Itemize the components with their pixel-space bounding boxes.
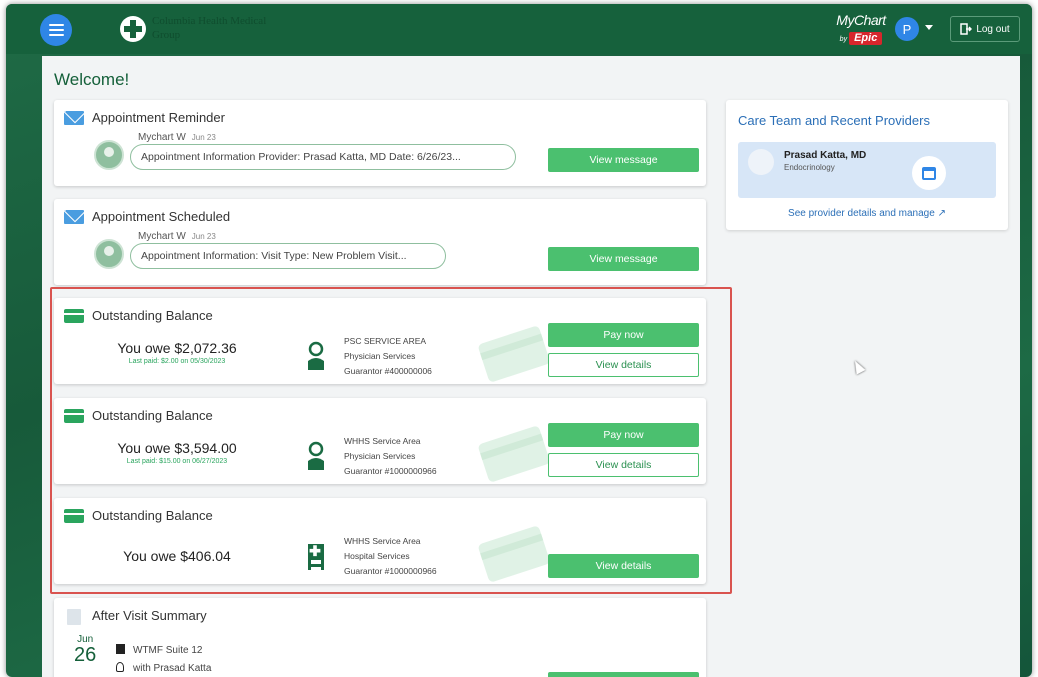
balance-card: Outstanding Balance You owe $406.04 WHHS… bbox=[54, 498, 706, 584]
card-title: Outstanding Balance bbox=[92, 508, 213, 523]
amount-owed: You owe $3,594.00 bbox=[117, 440, 237, 456]
view-summary-button[interactable] bbox=[548, 672, 699, 677]
envelope-icon bbox=[64, 210, 84, 224]
provider-details-label: See provider details and manage bbox=[788, 208, 935, 219]
calendar-icon[interactable] bbox=[912, 156, 946, 190]
user-avatar[interactable]: P bbox=[895, 17, 919, 41]
health-logo-icon bbox=[120, 16, 146, 42]
avatar bbox=[94, 140, 124, 170]
service-area: WHHS Service Area bbox=[344, 536, 421, 546]
balance-card: Outstanding Balance You owe $2,072.36 La… bbox=[54, 298, 706, 384]
last-paid: Last paid: $2.00 on 05/30/2023 bbox=[128, 358, 226, 365]
app-window: Columbia Health Medical Group MyChart by… bbox=[6, 4, 1032, 677]
provider-item[interactable]: Prasad Katta, MD Endocrinology bbox=[738, 142, 996, 198]
balance-card: Outstanding Balance You owe $3,594.00 La… bbox=[54, 398, 706, 484]
hospital-icon bbox=[308, 544, 324, 570]
provider-label: with Prasad Katta bbox=[133, 663, 212, 674]
card-title: Appointment Scheduled bbox=[92, 209, 231, 224]
last-paid: Last paid: $15.00 on 06/27/2023 bbox=[126, 458, 228, 465]
physician-icon bbox=[308, 341, 324, 370]
mouse-pointer-icon bbox=[850, 358, 866, 375]
logout-label: Log out bbox=[976, 23, 1010, 35]
view-details-button[interactable]: View details bbox=[548, 554, 699, 578]
service-info: PSC SERVICE AREA Physician Services Guar… bbox=[344, 334, 432, 379]
card-title: Outstanding Balance bbox=[92, 408, 213, 423]
visit-date: Jun 26 bbox=[74, 634, 96, 665]
message-date: Jun 23 bbox=[191, 133, 216, 142]
service-info: WHHS Service Area Physician Services Gua… bbox=[344, 434, 437, 479]
care-team-card: Care Team and Recent Providers Prasad Ka… bbox=[726, 100, 1008, 230]
amount-owed-block: You owe $3,594.00 Last paid: $15.00 on 0… bbox=[102, 440, 252, 465]
amount-owed: You owe $406.04 bbox=[123, 548, 231, 564]
service-type: Physician Services bbox=[344, 351, 416, 361]
guarantor: Guarantor #400000006 bbox=[344, 366, 432, 376]
service-type: Hospital Services bbox=[344, 551, 410, 561]
credit-card-icon bbox=[477, 325, 551, 383]
card-title: After Visit Summary bbox=[92, 608, 207, 623]
logout-button[interactable]: Log out bbox=[950, 16, 1020, 42]
visit-location: WTMF Suite 12 bbox=[116, 644, 202, 656]
guarantor: Guarantor #1000000966 bbox=[344, 566, 437, 576]
visit-provider: with Prasad Katta bbox=[116, 662, 211, 674]
message-preview[interactable]: Appointment Information: Visit Type: New… bbox=[130, 243, 446, 269]
message-meta: Mychart W Jun 23 bbox=[138, 132, 216, 143]
visit-day: 26 bbox=[74, 644, 97, 666]
provider-icon bbox=[116, 662, 124, 672]
menu-icon[interactable] bbox=[40, 14, 72, 46]
mychart-logo: MyChart by Epic bbox=[832, 12, 890, 46]
card-title: Outstanding Balance bbox=[92, 308, 213, 323]
provider-name: Prasad Katta, MD bbox=[784, 150, 867, 161]
logout-icon bbox=[960, 23, 973, 35]
message-meta: Mychart W Jun 23 bbox=[138, 231, 216, 242]
page-title: Welcome! bbox=[54, 70, 130, 89]
brand-name: Columbia Health Medical Group bbox=[152, 15, 267, 41]
document-icon bbox=[64, 609, 81, 625]
view-message-button[interactable]: View message bbox=[548, 247, 699, 271]
provider-specialty: Endocrinology bbox=[784, 163, 835, 172]
mychart-by-label: by bbox=[839, 36, 848, 43]
sender: Mychart W bbox=[138, 132, 186, 143]
top-bar: Columbia Health Medical Group MyChart by… bbox=[6, 4, 1032, 54]
wallet-icon bbox=[64, 309, 84, 323]
provider-details-link[interactable]: See provider details and manage ↗ bbox=[726, 208, 1008, 219]
credit-card-icon bbox=[477, 425, 551, 483]
service-info: WHHS Service Area Hospital Services Guar… bbox=[344, 534, 437, 579]
envelope-icon bbox=[64, 111, 84, 125]
main-content: Welcome! Appointment Reminder Mychart W J… bbox=[42, 56, 1020, 677]
mychart-label: MyChart bbox=[836, 12, 886, 28]
message-date: Jun 23 bbox=[191, 232, 216, 241]
service-area: WHHS Service Area bbox=[344, 436, 421, 446]
pay-now-button[interactable]: Pay now bbox=[548, 323, 699, 347]
external-link-icon: ↗ bbox=[937, 208, 946, 219]
chevron-down-icon[interactable] bbox=[925, 25, 933, 30]
amount-owed: You owe $2,072.36 bbox=[117, 340, 237, 356]
sender: Mychart W bbox=[138, 231, 186, 242]
care-team-title: Care Team and Recent Providers bbox=[738, 113, 930, 128]
card-title: Appointment Reminder bbox=[92, 110, 225, 125]
amount-owed-block: You owe $2,072.36 Last paid: $2.00 on 05… bbox=[102, 340, 252, 365]
epic-label: Epic bbox=[849, 32, 883, 45]
provider-avatar bbox=[748, 149, 774, 175]
message-preview[interactable]: Appointment Information Provider: Prasad… bbox=[130, 144, 516, 170]
wallet-icon bbox=[64, 509, 84, 523]
service-area: PSC SERVICE AREA bbox=[344, 336, 427, 346]
location-label: WTMF Suite 12 bbox=[133, 645, 203, 656]
view-details-button[interactable]: View details bbox=[548, 353, 699, 377]
building-icon bbox=[116, 644, 125, 654]
view-details-button[interactable]: View details bbox=[548, 453, 699, 477]
guarantor: Guarantor #1000000966 bbox=[344, 466, 437, 476]
wallet-icon bbox=[64, 409, 84, 423]
avatar bbox=[94, 239, 124, 269]
credit-card-icon bbox=[477, 525, 551, 583]
after-visit-card: After Visit Summary Jun 26 WTMF Suite 12… bbox=[54, 598, 706, 677]
service-type: Physician Services bbox=[344, 451, 416, 461]
message-card: Appointment Reminder Mychart W Jun 23 App… bbox=[54, 100, 706, 186]
pay-now-button[interactable]: Pay now bbox=[548, 423, 699, 447]
message-card: Appointment Scheduled Mychart W Jun 23 Ap… bbox=[54, 199, 706, 285]
amount-owed-block: You owe $406.04 bbox=[102, 548, 252, 564]
physician-icon bbox=[308, 441, 324, 470]
view-message-button[interactable]: View message bbox=[548, 148, 699, 172]
